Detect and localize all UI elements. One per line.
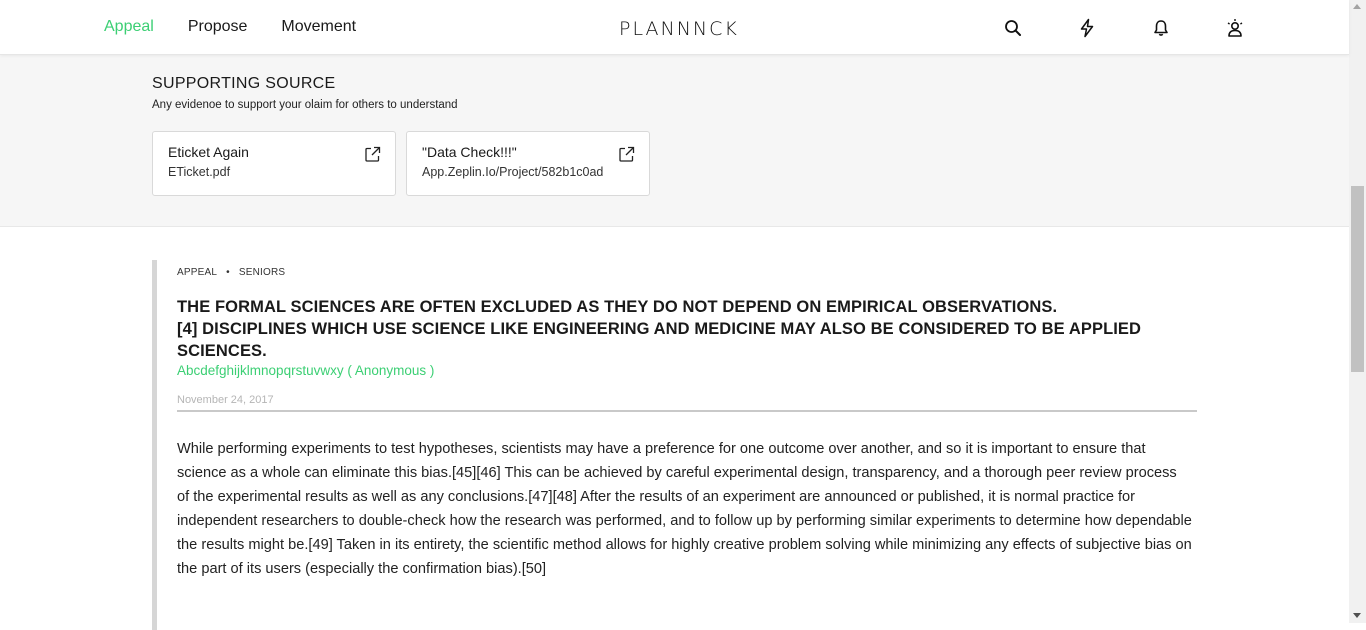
article-body: While performing experiments to test hyp… <box>177 441 1192 577</box>
scroll-up-arrow-icon[interactable] <box>1353 4 1361 9</box>
article-breadcrumb: APPEAL • SENIORS <box>177 267 285 278</box>
article: APPEAL • SENIORS THE FORMAL SCIENCES ARE O… <box>152 260 1212 630</box>
nav-appeal[interactable]: Appeal <box>104 18 154 36</box>
divider <box>177 410 1197 412</box>
top-icons <box>1003 18 1245 38</box>
logo[interactable]: PLANNNCK <box>619 18 739 40</box>
article-title: THE FORMAL SCIENCES ARE OFTEN EXCLUDED A… <box>177 296 1187 362</box>
supporting-source-description: Any evidenoe to support your olaim for o… <box>152 99 458 111</box>
article-subcategory[interactable]: SENIORS <box>239 267 285 278</box>
source-title: "Data Check!!!" <box>422 144 517 160</box>
supporting-source-section: SUPPORTING SOURCE Any evidenoe to suppor… <box>0 55 1349 227</box>
article-author[interactable]: Abcdefghijklmnopqrstuvwxy ( Anonymous ) <box>177 363 434 378</box>
scroll-down-arrow-icon[interactable] <box>1353 613 1361 618</box>
scrollbar-thumb[interactable] <box>1351 186 1364 372</box>
source-subtitle: ETicket.pdf <box>168 165 231 179</box>
external-link-icon[interactable] <box>618 146 635 163</box>
external-link-icon[interactable] <box>364 146 381 163</box>
source-title: Eticket Again <box>168 144 249 160</box>
article-title-line: [4] DISCIPLINES WHICH USE SCIENCE LIKE E… <box>177 320 1142 360</box>
user-icon[interactable] <box>1225 18 1245 38</box>
bullet-separator: • <box>226 267 230 278</box>
source-card[interactable]: "Data Check!!!" App.Zeplin.Io/Project/58… <box>406 131 650 196</box>
search-icon[interactable] <box>1003 18 1023 38</box>
lightning-icon[interactable] <box>1077 18 1097 38</box>
nav-propose[interactable]: Propose <box>188 18 248 36</box>
article-date: November 24, 2017 <box>177 394 274 406</box>
page-scrollbar[interactable] <box>1349 0 1366 623</box>
top-navigation-bar: Appeal Propose Movement PLANNNCK <box>0 0 1349 55</box>
nav-movement[interactable]: Movement <box>281 18 356 36</box>
article-title-line: THE FORMAL SCIENCES ARE OFTEN EXCLUDED A… <box>177 298 1058 316</box>
supporting-source-heading: SUPPORTING SOURCE <box>152 75 336 92</box>
source-card[interactable]: Eticket Again ETicket.pdf <box>152 131 396 196</box>
source-subtitle: App.Zeplin.Io/Project/582b1c0ad <box>422 165 604 179</box>
article-category[interactable]: APPEAL <box>177 267 217 278</box>
bell-icon[interactable] <box>1151 18 1171 38</box>
main-nav: Appeal Propose Movement <box>104 18 390 36</box>
